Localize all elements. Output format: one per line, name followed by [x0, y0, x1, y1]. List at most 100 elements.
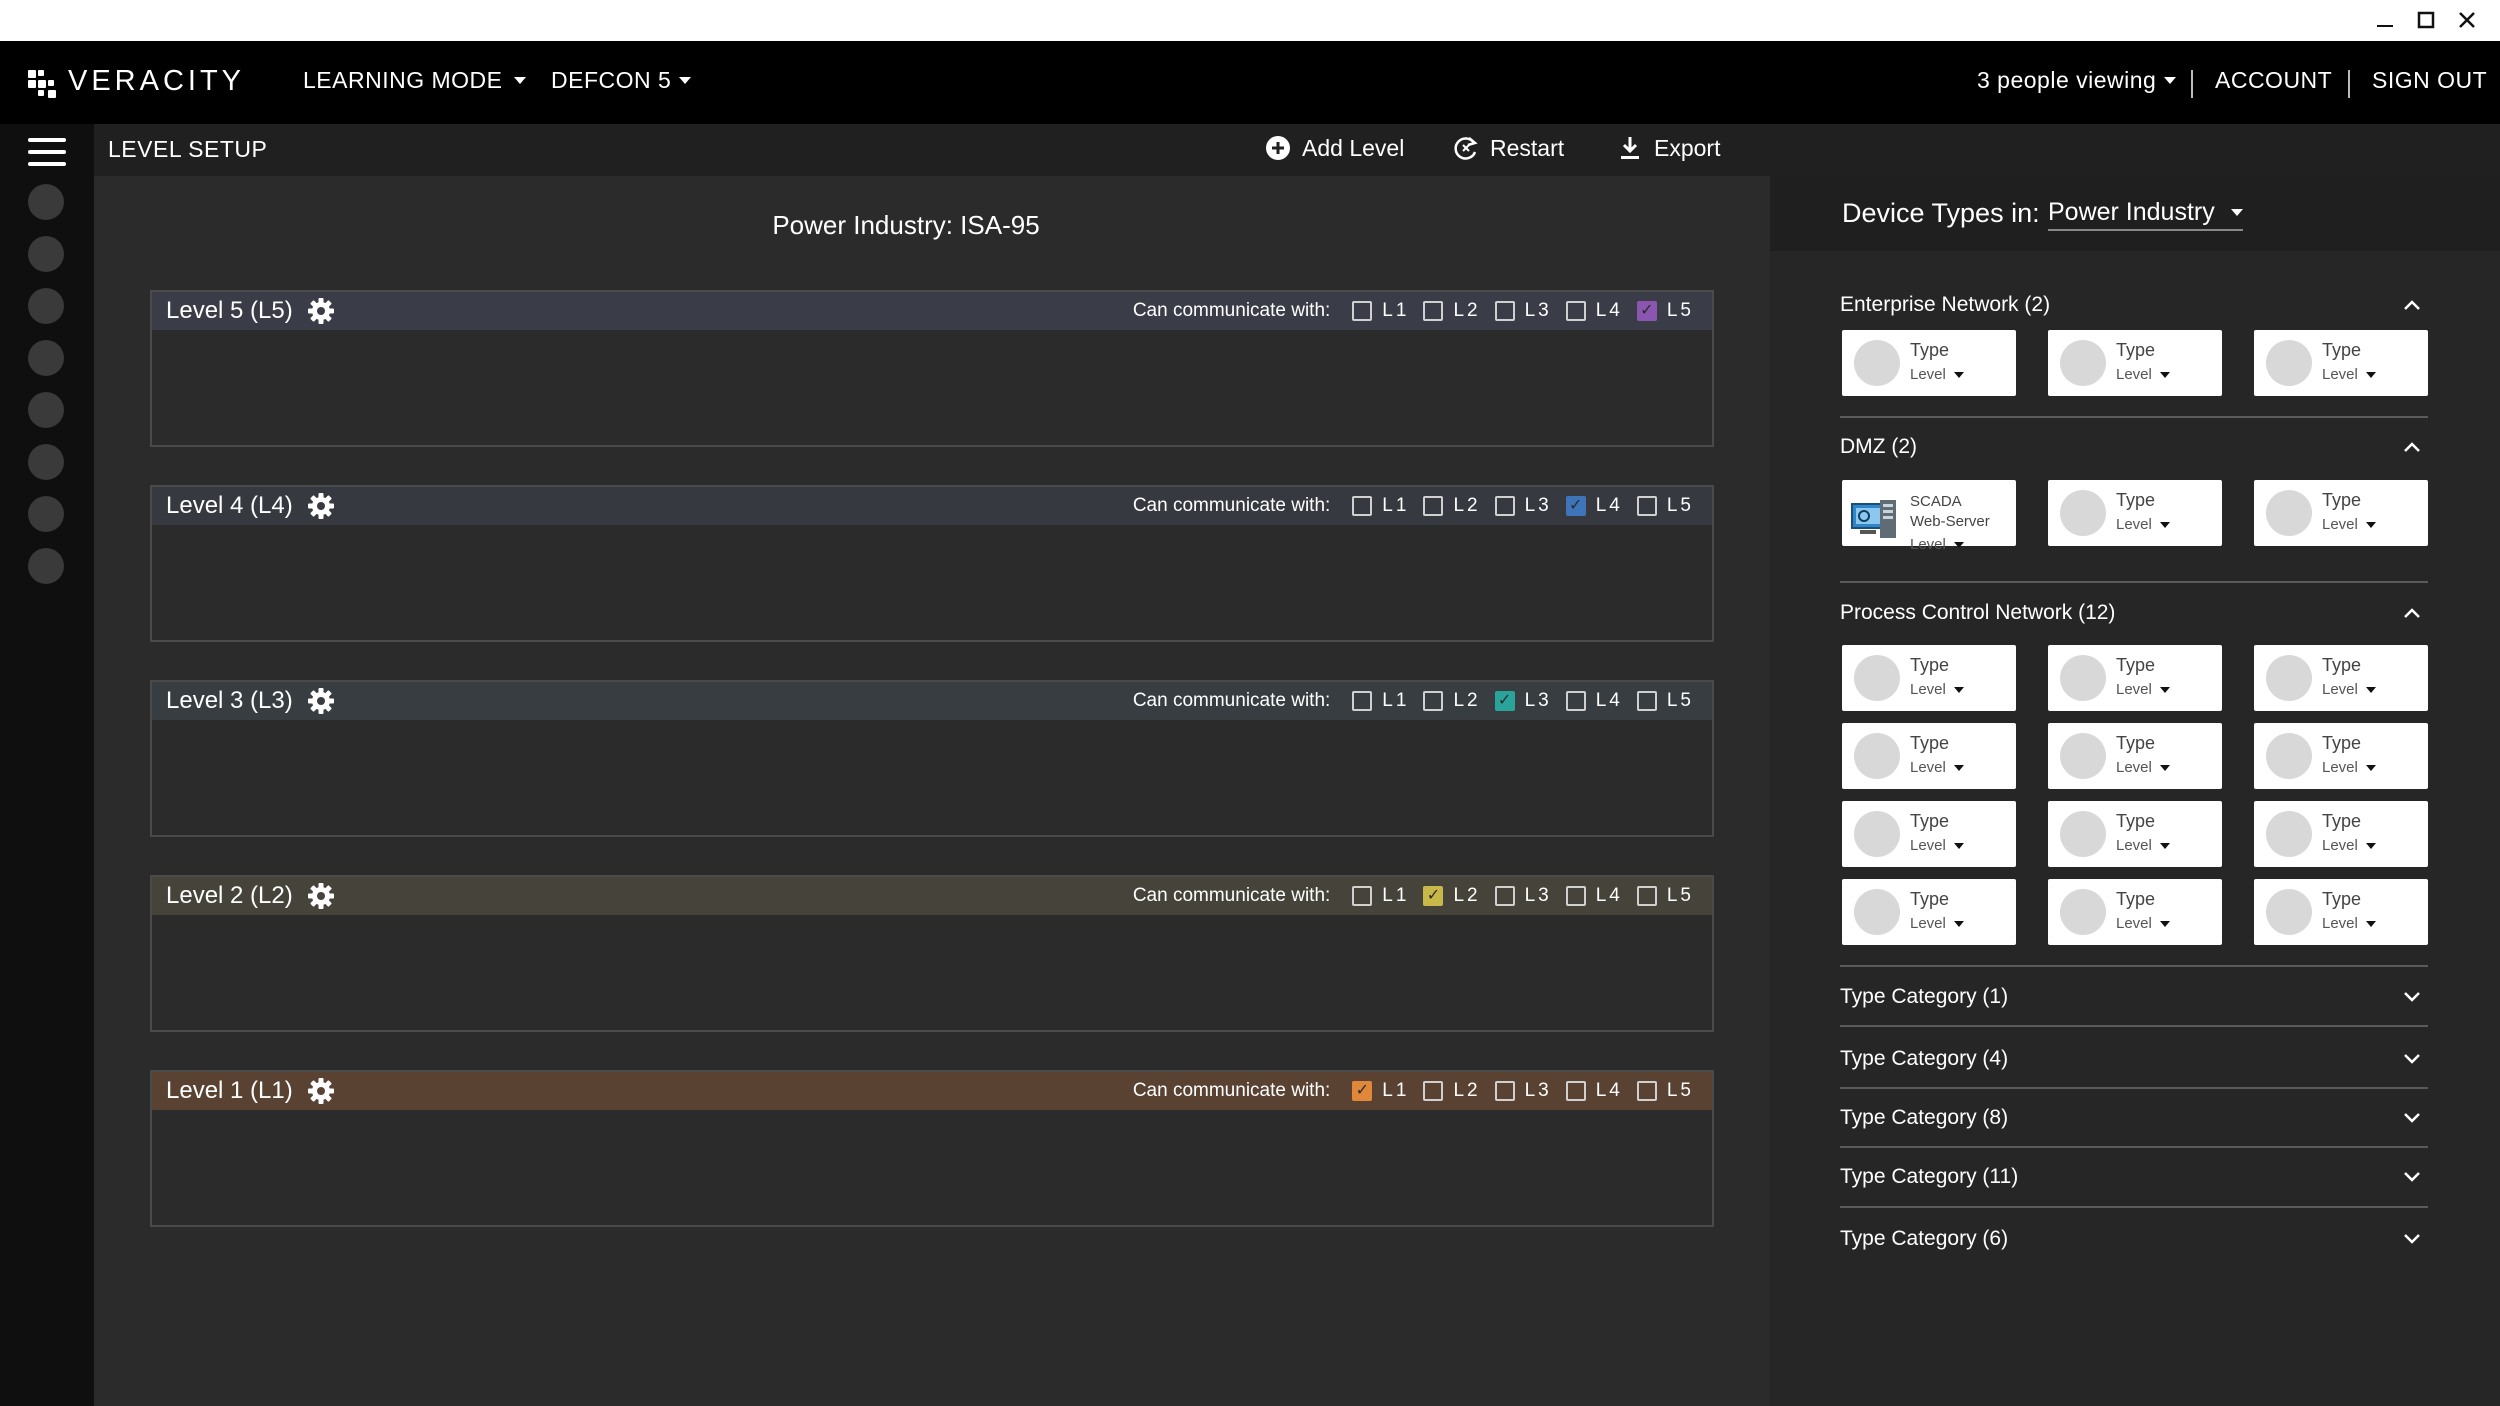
device-type-card[interactable]: Type Level	[1842, 801, 2016, 867]
communicate-checkbox-l5[interactable]: L5	[1636, 885, 1694, 907]
device-type-card[interactable]: Type Level	[1842, 879, 2016, 945]
section-header-1[interactable]: DMZ (2)	[1840, 435, 1917, 459]
chevron-down-icon[interactable]	[2402, 1049, 2422, 1069]
device-type-card[interactable]: Type Level	[1842, 330, 2016, 396]
device-level-dropdown[interactable]: Level	[2116, 516, 2170, 533]
device-level-dropdown[interactable]: Level	[2116, 366, 2170, 383]
veracity-logo[interactable]: VERACITY	[26, 65, 245, 98]
communicate-checkbox-l1[interactable]: ✓ L1	[1352, 1080, 1409, 1102]
device-type-card[interactable]: Type Level	[2048, 879, 2222, 945]
sign-out-link[interactable]: SIGN OUT	[2372, 67, 2487, 94]
communicate-checkbox-l3[interactable]: ✓ L3	[1494, 690, 1552, 712]
device-type-card[interactable]: Type Level	[2254, 645, 2428, 711]
section-header-2[interactable]: Process Control Network (12)	[1840, 601, 2115, 625]
device-type-card[interactable]: Type Level	[2048, 480, 2222, 546]
device-level-dropdown[interactable]: Level	[1910, 837, 1964, 854]
communicate-checkbox-l1[interactable]: L1	[1352, 495, 1409, 517]
chevron-down-icon[interactable]	[2402, 987, 2422, 1007]
rail-nav-item[interactable]	[28, 184, 64, 220]
rail-nav-item[interactable]	[28, 548, 64, 584]
section-header-0[interactable]: Enterprise Network (2)	[1840, 293, 2050, 317]
gear-icon[interactable]	[307, 882, 335, 910]
device-level-dropdown[interactable]: Level	[1910, 759, 1964, 776]
device-level-dropdown[interactable]: Level	[1910, 366, 1964, 383]
chevron-down-icon[interactable]	[2402, 1229, 2422, 1249]
communicate-checkbox-l3[interactable]: L3	[1494, 885, 1552, 907]
communicate-checkbox-l4[interactable]: L4	[1565, 885, 1623, 907]
communicate-checkbox-l3[interactable]: L3	[1494, 495, 1552, 517]
rail-nav-item[interactable]	[28, 340, 64, 376]
communicate-checkbox-l5[interactable]: L5	[1636, 1080, 1694, 1102]
rail-nav-item[interactable]	[28, 392, 64, 428]
device-type-card[interactable]: Type Level	[1842, 723, 2016, 789]
device-type-card[interactable]: Type Level	[2254, 330, 2428, 396]
communicate-checkbox-l2[interactable]: ✓ L2	[1423, 885, 1480, 907]
communicate-checkbox-l1[interactable]: L1	[1352, 300, 1409, 322]
device-type-card[interactable]: Type Level	[2048, 330, 2222, 396]
rail-nav-item[interactable]	[28, 444, 64, 480]
section-header-4[interactable]: Type Category (4)	[1840, 1047, 2008, 1071]
device-level-dropdown[interactable]: Level	[2322, 366, 2376, 383]
device-level-dropdown[interactable]: Level	[2116, 837, 2170, 854]
gear-icon[interactable]	[307, 1077, 335, 1105]
device-type-card-scada[interactable]: SCADA Web-Server Level	[1842, 480, 2016, 553]
communicate-checkbox-l4[interactable]: L4	[1565, 300, 1623, 322]
device-type-card[interactable]: Type Level	[2254, 801, 2428, 867]
section-header-7[interactable]: Type Category (6)	[1840, 1227, 2008, 1251]
rail-nav-item[interactable]	[28, 236, 64, 272]
device-type-card[interactable]: Type Level	[1842, 645, 2016, 711]
device-level-dropdown[interactable]: Level	[2322, 516, 2376, 533]
communicate-checkbox-l2[interactable]: L2	[1423, 1080, 1480, 1102]
communicate-checkbox-l3[interactable]: L3	[1494, 300, 1552, 322]
rail-nav-item[interactable]	[28, 496, 64, 532]
chevron-up-icon[interactable]	[2402, 603, 2422, 623]
communicate-checkbox-l4[interactable]: ✓ L4	[1565, 495, 1623, 517]
chevron-up-icon[interactable]	[2402, 295, 2422, 315]
export-button[interactable]: Export	[1616, 134, 1720, 162]
device-level-dropdown[interactable]: Level	[2322, 759, 2376, 776]
gear-icon[interactable]	[307, 492, 335, 520]
device-level-dropdown[interactable]: Level	[2322, 915, 2376, 932]
rail-nav-item[interactable]	[28, 288, 64, 324]
device-level-dropdown[interactable]: Level	[2116, 759, 2170, 776]
communicate-checkbox-l2[interactable]: L2	[1423, 495, 1480, 517]
device-level-dropdown[interactable]: Level	[2322, 837, 2376, 854]
chevron-up-icon[interactable]	[2402, 437, 2422, 457]
communicate-checkbox-l2[interactable]: L2	[1423, 690, 1480, 712]
section-header-3[interactable]: Type Category (1)	[1840, 985, 2008, 1009]
device-level-dropdown[interactable]: Level	[2116, 915, 2170, 932]
chevron-down-icon[interactable]	[2402, 1167, 2422, 1187]
gear-icon[interactable]	[307, 297, 335, 325]
communicate-checkbox-l4[interactable]: L4	[1565, 1080, 1623, 1102]
device-type-card[interactable]: Type Level	[2048, 645, 2222, 711]
hamburger-menu-icon[interactable]	[28, 138, 66, 166]
minimize-icon[interactable]	[2373, 8, 2397, 32]
chevron-down-icon[interactable]	[2402, 1108, 2422, 1128]
device-level-dropdown[interactable]: Level	[1910, 681, 1964, 698]
learning-mode-dropdown[interactable]: LEARNING MODE	[303, 67, 527, 94]
device-level-dropdown[interactable]: Level	[1910, 915, 1964, 932]
gear-icon[interactable]	[307, 687, 335, 715]
defcon-dropdown[interactable]: DEFCON 5	[551, 67, 692, 94]
communicate-checkbox-l3[interactable]: L3	[1494, 1080, 1552, 1102]
device-type-card[interactable]: Type Level	[2254, 480, 2428, 546]
device-type-card[interactable]: Type Level	[2048, 801, 2222, 867]
communicate-checkbox-l4[interactable]: L4	[1565, 690, 1623, 712]
communicate-checkbox-l2[interactable]: L2	[1423, 300, 1480, 322]
device-type-card[interactable]: Type Level	[2048, 723, 2222, 789]
device-level-dropdown[interactable]: Level	[1910, 536, 1964, 553]
communicate-checkbox-l5[interactable]: L5	[1636, 495, 1694, 517]
account-link[interactable]: ACCOUNT	[2215, 67, 2332, 94]
restart-button[interactable]: Restart	[1452, 134, 1564, 162]
industry-select[interactable]: Power Industry	[2048, 198, 2243, 231]
device-type-card[interactable]: Type Level	[2254, 723, 2428, 789]
communicate-checkbox-l5[interactable]: ✓ L5	[1636, 300, 1694, 322]
viewers-dropdown[interactable]: 3 people viewing	[1977, 67, 2177, 94]
section-header-6[interactable]: Type Category (11)	[1840, 1165, 2018, 1189]
device-type-card[interactable]: Type Level	[2254, 879, 2428, 945]
device-level-dropdown[interactable]: Level	[2116, 681, 2170, 698]
close-icon[interactable]	[2455, 8, 2479, 32]
section-header-5[interactable]: Type Category (8)	[1840, 1106, 2008, 1130]
add-level-button[interactable]: Add Level	[1264, 134, 1404, 162]
communicate-checkbox-l1[interactable]: L1	[1352, 885, 1409, 907]
